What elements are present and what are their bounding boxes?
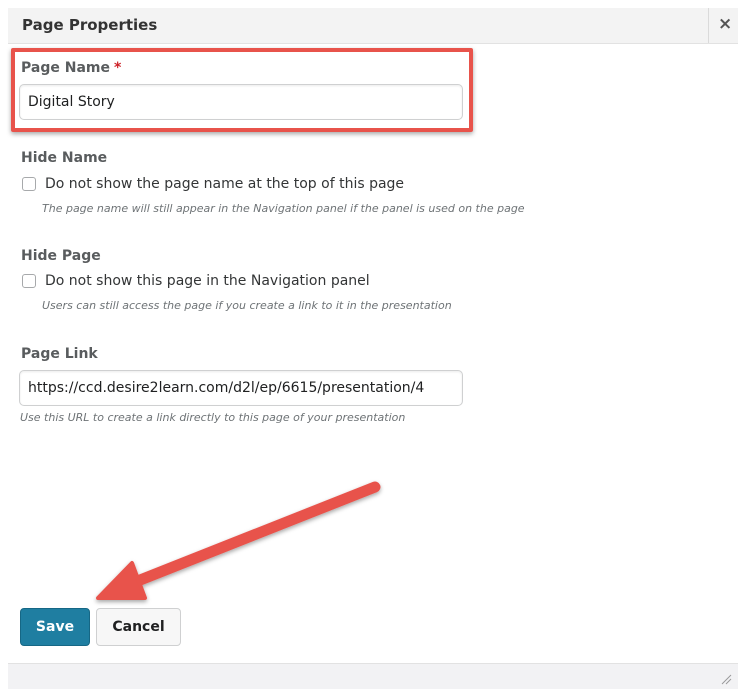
annotation-highlight-box xyxy=(11,48,473,132)
header-divider xyxy=(708,8,709,43)
page-link-value: https://ccd.desire2learn.com/d2l/ep/6615… xyxy=(28,380,425,396)
cancel-button[interactable]: Cancel xyxy=(96,608,181,646)
hide-name-label: Hide Name xyxy=(21,150,108,166)
hide-page-help: Users can still access the page if you c… xyxy=(42,299,452,312)
page-link-label: Page Link xyxy=(21,346,98,362)
resize-grip-icon[interactable] xyxy=(720,673,732,685)
hide-page-checkbox-label[interactable]: Do not show this page in the Navigation … xyxy=(45,273,370,289)
hide-name-checkbox[interactable] xyxy=(22,177,36,191)
hide-page-label: Hide Page xyxy=(21,248,101,264)
hide-name-row[interactable]: Do not show the page name at the top of … xyxy=(22,176,404,192)
page-link-help: Use this URL to create a link directly t… xyxy=(20,411,406,424)
dialog-footer xyxy=(8,663,738,689)
save-button[interactable]: Save xyxy=(20,608,90,646)
hide-page-checkbox[interactable] xyxy=(22,274,36,288)
hide-name-help: The page name will still appear in the N… xyxy=(42,202,525,215)
hide-name-checkbox-label[interactable]: Do not show the page name at the top of … xyxy=(45,176,404,192)
dialog-header: Page Properties × xyxy=(8,8,738,44)
page-link-input[interactable]: https://ccd.desire2learn.com/d2l/ep/6615… xyxy=(19,370,463,406)
dialog-title: Page Properties xyxy=(22,16,158,34)
close-icon[interactable]: × xyxy=(718,14,732,34)
hide-page-row[interactable]: Do not show this page in the Navigation … xyxy=(22,273,370,289)
